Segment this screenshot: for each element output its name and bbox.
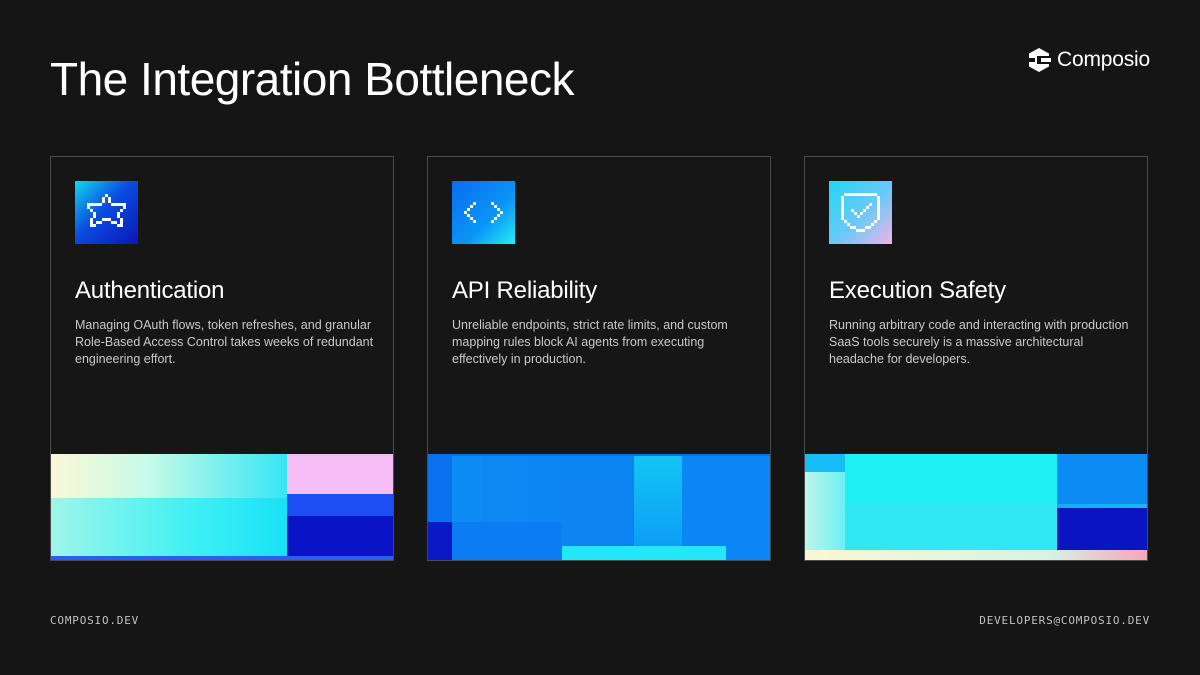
code-brackets-icon [452, 181, 515, 244]
card-execution-safety: Execution Safety Running arbitrary code … [804, 156, 1148, 561]
star-icon [75, 181, 138, 244]
card-title: API Reliability [452, 277, 598, 304]
shield-check-icon [829, 181, 892, 244]
brand-logo: Composio [1027, 47, 1150, 73]
card-gradient-art [805, 454, 1147, 560]
card-gradient-art [428, 454, 770, 560]
card-title: Execution Safety [829, 277, 1006, 304]
footer-email: DEVELOPERS@COMPOSIO.DEV [979, 614, 1150, 627]
card-description: Managing OAuth flows, token refreshes, a… [75, 318, 374, 366]
composio-logo-icon [1027, 48, 1052, 72]
card-title: Authentication [75, 277, 225, 304]
slide-title: The Integration Bottleneck [50, 53, 575, 105]
slide: The Integration Bottleneck Composio Auth… [0, 0, 1200, 675]
brand-name: Composio [1057, 48, 1150, 71]
footer-website: COMPOSIO.DEV [50, 614, 140, 627]
card-authentication: Authentication Managing OAuth flows, tok… [50, 156, 394, 561]
card-api-reliability: API Reliability Unreliable endpoints, st… [427, 156, 771, 561]
card-gradient-art [51, 454, 393, 560]
card-description: Unreliable endpoints, strict rate limits… [452, 318, 728, 366]
card-description: Running arbitrary code and interacting w… [829, 318, 1129, 366]
